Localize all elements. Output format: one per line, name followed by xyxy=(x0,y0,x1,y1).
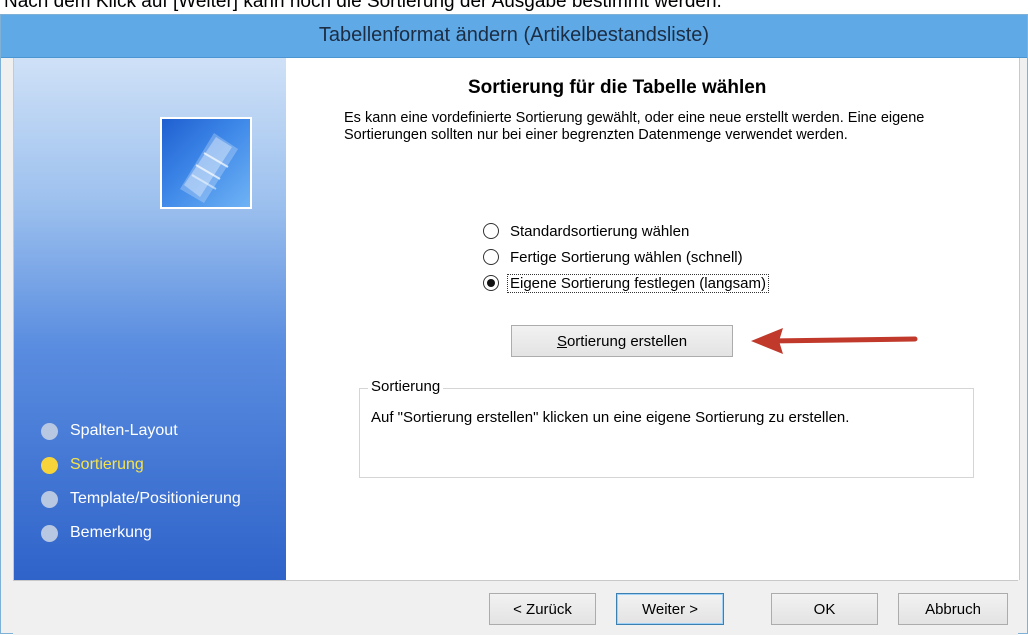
wizard-steps: Spalten-Layout Sortierung Template/Posit… xyxy=(41,414,241,550)
sortierung-erstellen-button[interactable]: Sortierung erstellen xyxy=(511,325,733,357)
groupbox-legend: Sortierung xyxy=(368,378,444,395)
radio-label[interactable]: Standardsortierung wählen xyxy=(508,223,691,240)
cancel-button[interactable]: Abbruch xyxy=(898,593,1008,625)
step-bullet-icon xyxy=(41,524,58,542)
wizard-sidebar: Spalten-Layout Sortierung Template/Posit… xyxy=(14,58,286,580)
description-text: Es kann eine vordefinierte Sortierung ge… xyxy=(344,110,925,143)
red-arrow-icon xyxy=(749,324,921,363)
dialog-window: Tabellenformat ändern (Artikelbestandsli… xyxy=(0,14,1028,635)
dialog-content: Spalten-Layout Sortierung Template/Posit… xyxy=(13,58,1020,580)
step-template-positionierung: Template/Positionierung xyxy=(41,482,241,516)
radio-circle-icon[interactable] xyxy=(483,223,499,239)
step-label: Spalten-Layout xyxy=(70,422,178,439)
step-bemerkung: Bemerkung xyxy=(41,516,241,550)
title-bar: Tabellenformat ändern (Artikelbestandsli… xyxy=(1,15,1027,58)
back-button[interactable]: < Zurück xyxy=(489,593,596,625)
groupbox-text: Auf "Sortierung erstellen" klicken un ei… xyxy=(371,409,850,426)
radio-label[interactable]: Eigene Sortierung festlegen (langsam) xyxy=(507,273,769,293)
ok-button[interactable]: OK xyxy=(771,593,878,625)
caption-text: Nach dem Klick auf [Weiter] kann noch di… xyxy=(4,0,722,12)
main-panel: Sortierung für die Tabelle wählen Es kan… xyxy=(286,58,1019,580)
step-label: Template/Positionierung xyxy=(70,490,241,507)
radio-circle-icon[interactable] xyxy=(483,249,499,265)
radio-circle-checked-icon[interactable] xyxy=(483,275,499,291)
radio-fertige-sortierung[interactable]: Fertige Sortierung wählen (schnell) xyxy=(483,244,768,270)
button-mnemonic: S xyxy=(556,332,567,350)
page-title: Sortierung für die Tabelle wählen xyxy=(468,77,767,98)
step-sortierung: Sortierung xyxy=(41,448,241,482)
window-title: Tabellenformat ändern (Artikelbestandsli… xyxy=(318,24,710,46)
table-logo-icon xyxy=(160,117,252,209)
next-button[interactable]: Weiter > xyxy=(616,593,724,625)
radio-eigene-sortierung[interactable]: Eigene Sortierung festlegen (langsam) xyxy=(483,270,769,296)
step-label: Bemerkung xyxy=(70,524,152,541)
button-bar: < Zurück Weiter > OK Abbruch xyxy=(13,580,1018,635)
step-spalten-layout: Spalten-Layout xyxy=(41,414,241,448)
step-bullet-icon xyxy=(41,490,58,508)
button-label: ortierung erstellen xyxy=(566,332,688,350)
radio-label[interactable]: Fertige Sortierung wählen (schnell) xyxy=(508,249,745,266)
sortierung-groupbox: Sortierung Auf "Sortierung erstellen" kl… xyxy=(359,378,974,478)
step-bullet-active-icon xyxy=(41,456,58,474)
step-label: Sortierung xyxy=(70,456,144,473)
sort-option-group: Standardsortierung wählen Fertige Sortie… xyxy=(483,218,769,296)
radio-standardsortierung[interactable]: Standardsortierung wählen xyxy=(483,218,768,244)
step-bullet-icon xyxy=(41,422,58,440)
